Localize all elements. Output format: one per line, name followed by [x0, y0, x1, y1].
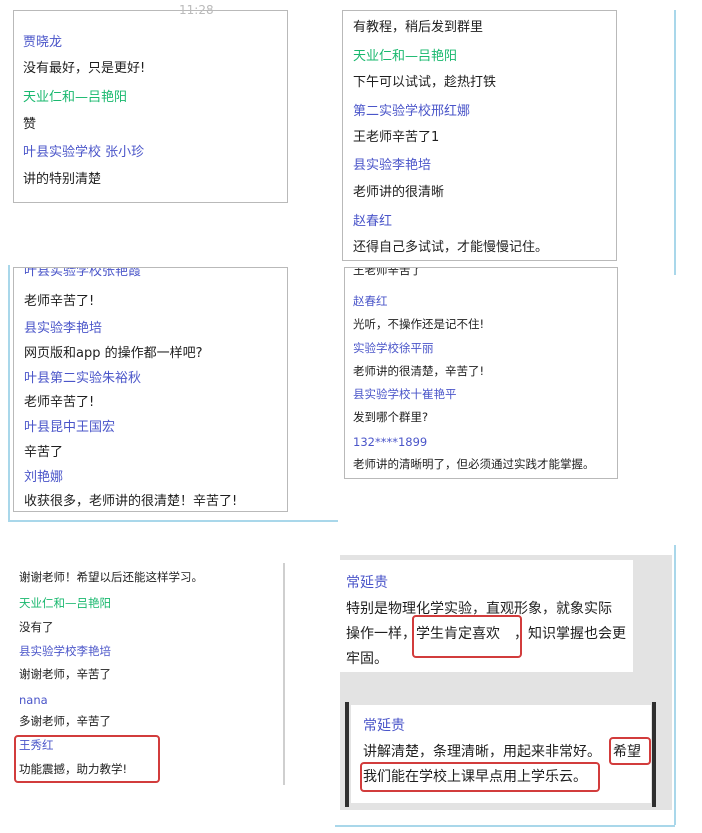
message-text: 讲的特别清楚 [23, 172, 102, 187]
message-text: 多谢老师，辛苦了 [19, 714, 111, 728]
message-text: 网页版和app 的操作都一样吧? [24, 346, 203, 361]
sender-name: 叶县第二实验朱裕秋 [24, 371, 142, 386]
sender-name: 实验学校徐平丽 [353, 341, 434, 355]
message-text: 谢谢老师！希望以后还能这样学习。 [19, 570, 203, 584]
message-text: 下午可以试试，趁热打铁 [353, 75, 497, 90]
sender-name: 天业仁和—吕艳阳 [19, 596, 111, 610]
message-text: 老师讲的很清晰 [353, 185, 445, 200]
frame-line [674, 545, 676, 825]
message-text: 有教程，稍后发到群里 [353, 20, 484, 35]
message-text: 没有最好，只是更好! [23, 61, 146, 76]
sender-name: 县实验李艳培 [24, 321, 103, 336]
message-text: 老师辛苦了! [24, 294, 95, 309]
highlight-box [609, 737, 651, 765]
message-text-part: 讲解清楚，条理清晰，用起来非常好。 [363, 744, 601, 760]
message-text: 谢谢老师，辛苦了 [19, 667, 111, 681]
sender-name: 第二实验学校邢红娜 [353, 104, 471, 119]
sender-name: 赵春红 [353, 214, 393, 229]
message-text: 没有了 [19, 620, 54, 634]
sender-name: 县实验学校李艳培 [19, 644, 111, 658]
frame-line [335, 825, 675, 827]
chat-panel-4: 王老师辛苦了 赵春红 光听，不操作还是记不住! 实验学校徐平丽 老师讲的很清楚，… [344, 267, 618, 479]
sender-name: 叶县实验学校张艳霞 [24, 267, 142, 279]
message-text: 王老师辛苦了1 [353, 130, 440, 145]
sender-name: nana [19, 693, 48, 707]
message-text: 老师讲的很清楚，辛苦了! [353, 364, 485, 378]
frame-line [8, 520, 338, 522]
window-edge [345, 702, 349, 807]
sender-name: 常延贵 [363, 718, 405, 734]
sender-name: 叶县实验学校 张小珍 [23, 145, 145, 160]
clock-time: 11:28 [179, 3, 214, 17]
sender-name: 天业仁和—吕艳阳 [23, 90, 128, 105]
sender-name: 县实验李艳培 [353, 158, 432, 173]
chat-panel-3: 叶县实验学校张艳霞 老师辛苦了! 县实验李艳培 网页版和app 的操作都一样吧?… [13, 267, 288, 512]
sender-name: 县实验学校十崔艳平 [353, 387, 457, 401]
sender-name: 132****1899 [353, 435, 428, 449]
sender-name: 常延贵 [346, 575, 388, 591]
message-text: 牢固。 [346, 651, 388, 667]
highlight-box [14, 735, 160, 783]
sender-name: 刘艳娜 [24, 470, 64, 485]
highlight-box [360, 762, 600, 792]
message-text: 老师讲的清晰明了，但必须通过实践才能掌握。 [353, 457, 595, 471]
chat-panel-2: 有教程，稍后发到群里 天业仁和—吕艳阳 下午可以试试，趁热打铁 第二实验学校邢红… [342, 10, 617, 261]
message-text: 辛苦了 [24, 445, 64, 460]
sender-name: 天业仁和—吕艳阳 [353, 49, 458, 64]
sender-name: 叶县昆中王国宏 [24, 420, 116, 435]
message-text: 赞 [23, 117, 37, 132]
message-text: 收获很多，老师讲的很清楚！辛苦了! [24, 494, 238, 509]
sender-name: 贾晓龙 [23, 35, 63, 50]
frame-line [8, 265, 10, 520]
scrollbar-edge [283, 563, 285, 785]
chat-panel-1: 11:28 贾晓龙 没有最好，只是更好! 天业仁和—吕艳阳 赞 叶县实验学校 张… [13, 3, 288, 203]
message-text-part: 操作一样， [346, 626, 416, 642]
message-text: 光听，不操作还是记不住! [353, 317, 485, 331]
sender-name: 赵春红 [353, 294, 388, 308]
highlight-box [412, 615, 522, 658]
message-text-part: ，知识掌握也会更 [514, 626, 626, 642]
message-text: 王老师辛苦了 [353, 267, 422, 277]
window-edge [652, 702, 656, 807]
message-text: 老师辛苦了! [24, 395, 95, 410]
message-text: 发到哪个群里? [353, 410, 429, 424]
frame-line [674, 10, 676, 275]
message-text: 还得自己多试试，才能慢慢记住。 [353, 240, 549, 255]
